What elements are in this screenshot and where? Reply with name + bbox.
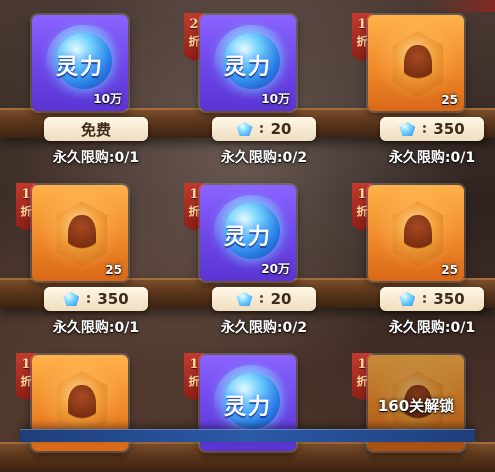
item-label: 灵力 — [223, 224, 272, 250]
item-label: 灵力 — [55, 54, 104, 80]
item-quantity: 20万 — [261, 262, 290, 276]
price-text: 350 — [433, 290, 465, 308]
price-button[interactable]: 20 — [212, 287, 316, 311]
item-label: 灵力 — [223, 394, 272, 420]
blue-gem-icon — [236, 122, 253, 136]
item-quantity: 10万 — [93, 92, 122, 106]
item-quantity: 25 — [105, 263, 122, 277]
separator-dots — [421, 125, 427, 133]
item-tile[interactable]: 灵力 10万 — [32, 15, 128, 111]
hero-silhouette-icon — [68, 215, 96, 255]
separator-dots — [259, 295, 265, 303]
price-text: 350 — [97, 290, 129, 308]
separator-dots — [259, 125, 265, 133]
purchase-limit: 永久限购:0/2 — [220, 150, 308, 166]
purchase-limit: 永久限购:0/1 — [52, 150, 140, 166]
item-quantity: 25 — [441, 263, 458, 277]
item-tile[interactable]: 25 — [368, 185, 464, 281]
hero-silhouette-icon — [404, 215, 432, 255]
item-tile[interactable]: 灵力 20万 — [200, 185, 296, 281]
bottom-panel-edge — [20, 429, 475, 442]
price-button[interactable]: 免费 — [44, 117, 148, 141]
price-text: 20 — [270, 290, 292, 308]
blue-gem-icon — [63, 292, 80, 306]
purchase-limit: 永久限购:0/2 — [220, 320, 308, 336]
purchase-limit: 永久限购:0/1 — [388, 150, 476, 166]
item-label: 灵力 — [223, 54, 272, 80]
item-quantity: 25 — [441, 93, 458, 107]
price-text: 20 — [270, 120, 292, 138]
item-tile[interactable]: 灵力 10万 — [200, 15, 296, 111]
separator-dots — [85, 295, 91, 303]
hero-silhouette-icon — [68, 385, 96, 425]
item-tile[interactable]: 25 — [32, 185, 128, 281]
purchase-limit: 永久限购:0/1 — [388, 320, 476, 336]
purchase-limit: 永久限购:0/1 — [52, 320, 140, 336]
unlock-requirement-text: 160关解锁 — [377, 397, 455, 415]
price-button[interactable]: 350 — [380, 287, 484, 311]
item-tile[interactable]: 25 — [368, 15, 464, 111]
hero-silhouette-icon — [404, 45, 432, 85]
blue-gem-icon — [399, 292, 416, 306]
price-button[interactable]: 20 — [212, 117, 316, 141]
price-text: 免费 — [80, 120, 111, 139]
item-quantity: 10万 — [261, 92, 290, 106]
price-button[interactable]: 350 — [380, 117, 484, 141]
separator-dots — [421, 295, 427, 303]
price-text: 350 — [433, 120, 465, 138]
blue-gem-icon — [399, 122, 416, 136]
price-button[interactable]: 350 — [44, 287, 148, 311]
top-right-decoration — [425, 0, 495, 12]
blue-gem-icon — [236, 292, 253, 306]
